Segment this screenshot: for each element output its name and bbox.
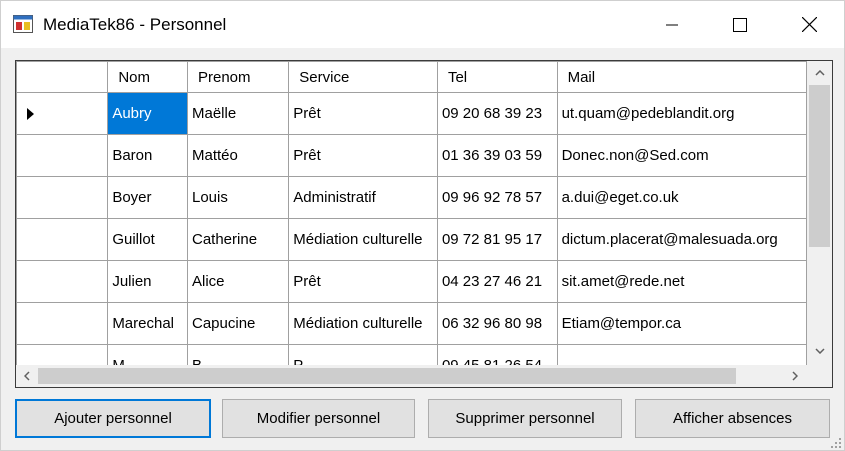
header-row: Nom Prenom Service Tel Mail: [16, 61, 807, 93]
cell-service[interactable]: Prêt: [288, 92, 438, 135]
cell-tel[interactable]: 09 96 92 78 57: [436, 176, 558, 219]
column-header-tel[interactable]: Tel: [436, 61, 558, 93]
cell-service[interactable]: Médiation culturelle: [288, 218, 438, 261]
table-row[interactable]: Baron Mattéo Prêt 01 36 39 03 59 Donec.n…: [16, 134, 807, 177]
table-row[interactable]: Marechal Capucine Médiation culturelle 0…: [16, 302, 807, 345]
column-header-nom[interactable]: Nom: [107, 61, 188, 93]
row-pointer-icon: [27, 107, 34, 120]
cell-mail[interactable]: Donec.non@Sed.com: [556, 134, 807, 177]
scroll-left-button[interactable]: [16, 365, 38, 387]
row-header[interactable]: [16, 260, 109, 303]
cell-prenom[interactable]: Mattéo: [186, 134, 290, 177]
cell-mail[interactable]: ...: [556, 344, 807, 365]
cell-service[interactable]: Prêt: [288, 260, 438, 303]
scrollbar-corner: [807, 365, 832, 387]
cell-prenom[interactable]: Maëlle: [186, 92, 290, 135]
cell-nom[interactable]: Guillot: [107, 218, 188, 261]
window-title: MediaTek86 - Personnel: [43, 15, 227, 34]
scroll-down-button[interactable]: [807, 339, 832, 363]
main-window: MediaTek86 - Personnel Nom Prenom Servic…: [0, 0, 845, 451]
table-row[interactable]: Julien Alice Prêt 04 23 27 46 21 sit.ame…: [16, 260, 807, 303]
resize-grip-icon[interactable]: [830, 437, 842, 449]
row-header[interactable]: [16, 92, 109, 135]
column-header-mail[interactable]: Mail: [556, 61, 807, 93]
cell-mail[interactable]: dictum.placerat@malesuada.org: [556, 218, 807, 261]
cell-tel[interactable]: 01 36 39 03 59: [436, 134, 558, 177]
app-icon: [13, 15, 33, 33]
cell-tel[interactable]: 09 45 81 26 54: [436, 344, 558, 365]
cell-tel[interactable]: 04 23 27 46 21: [436, 260, 558, 303]
maximize-icon: [733, 17, 747, 32]
title-bar[interactable]: MediaTek86 - Personnel: [1, 1, 844, 48]
cell-mail[interactable]: Etiam@tempor.ca: [556, 302, 807, 345]
close-icon: [801, 17, 817, 32]
close-button[interactable]: [774, 1, 844, 48]
row-header[interactable]: [16, 302, 109, 345]
cell-service[interactable]: Prêt: [288, 134, 438, 177]
grid-table: Nom Prenom Service Tel Mail Aubry Maëlle…: [16, 61, 807, 365]
cell-nom[interactable]: Julien: [107, 260, 188, 303]
maximize-button[interactable]: [705, 1, 775, 48]
column-header-prenom[interactable]: Prenom: [186, 61, 290, 93]
cell-nom[interactable]: Aubry: [107, 92, 188, 135]
cell-nom[interactable]: Marechal: [107, 302, 188, 345]
chevron-down-icon: [814, 348, 825, 354]
horizontal-scrollbar[interactable]: [16, 365, 807, 387]
cell-mail[interactable]: ut.quam@pedeblandit.org: [556, 92, 807, 135]
cell-mail[interactable]: sit.amet@rede.net: [556, 260, 807, 303]
cell-service[interactable]: Administratif: [288, 176, 438, 219]
minimize-button[interactable]: [637, 1, 707, 48]
scroll-up-button[interactable]: [807, 61, 832, 85]
chevron-up-icon: [814, 70, 825, 76]
cell-tel[interactable]: 09 72 81 95 17: [436, 218, 558, 261]
column-header-service[interactable]: Service: [288, 61, 438, 93]
row-header[interactable]: [16, 344, 109, 365]
add-personnel-button[interactable]: Ajouter personnel: [15, 399, 211, 438]
personnel-grid[interactable]: Nom Prenom Service Tel Mail Aubry Maëlle…: [15, 60, 833, 388]
grid-viewport: Nom Prenom Service Tel Mail Aubry Maëlle…: [16, 61, 807, 365]
table-row[interactable]: Guillot Catherine Médiation culturelle 0…: [16, 218, 807, 261]
show-absences-button[interactable]: Afficher absences: [635, 399, 830, 438]
vertical-scroll-thumb[interactable]: [809, 85, 830, 247]
table-row[interactable]: Aubry Maëlle Prêt 09 20 68 39 23 ut.quam…: [16, 92, 807, 135]
cell-tel[interactable]: 09 20 68 39 23: [436, 92, 558, 135]
header-corner[interactable]: [16, 61, 109, 93]
cell-prenom[interactable]: Alice: [186, 260, 290, 303]
scroll-right-button[interactable]: [784, 365, 806, 387]
cell-nom[interactable]: Boyer: [107, 176, 188, 219]
cell-mail[interactable]: a.dui@eget.co.uk: [556, 176, 807, 219]
chevron-right-icon: [792, 371, 798, 381]
row-header[interactable]: [16, 218, 109, 261]
cell-prenom[interactable]: Catherine: [186, 218, 290, 261]
vertical-scrollbar[interactable]: [807, 61, 832, 365]
table-row[interactable]: M... B... P... 09 45 81 26 54 ...: [16, 344, 807, 365]
chevron-left-icon: [24, 371, 30, 381]
cell-prenom[interactable]: Louis: [186, 176, 290, 219]
cell-prenom[interactable]: Capucine: [186, 302, 290, 345]
cell-prenom[interactable]: B...: [186, 344, 290, 365]
delete-personnel-button[interactable]: Supprimer personnel: [428, 399, 622, 438]
minimize-icon: [666, 24, 678, 25]
cell-tel[interactable]: 06 32 96 80 98: [436, 302, 558, 345]
row-header[interactable]: [16, 134, 109, 177]
edit-personnel-button[interactable]: Modifier personnel: [222, 399, 415, 438]
cell-service[interactable]: P...: [288, 344, 438, 365]
cell-nom[interactable]: M...: [107, 344, 188, 365]
horizontal-scroll-thumb[interactable]: [38, 368, 736, 384]
cell-nom[interactable]: Baron: [107, 134, 188, 177]
cell-service[interactable]: Médiation culturelle: [288, 302, 438, 345]
row-header[interactable]: [16, 176, 109, 219]
table-row[interactable]: Boyer Louis Administratif 09 96 92 78 57…: [16, 176, 807, 219]
